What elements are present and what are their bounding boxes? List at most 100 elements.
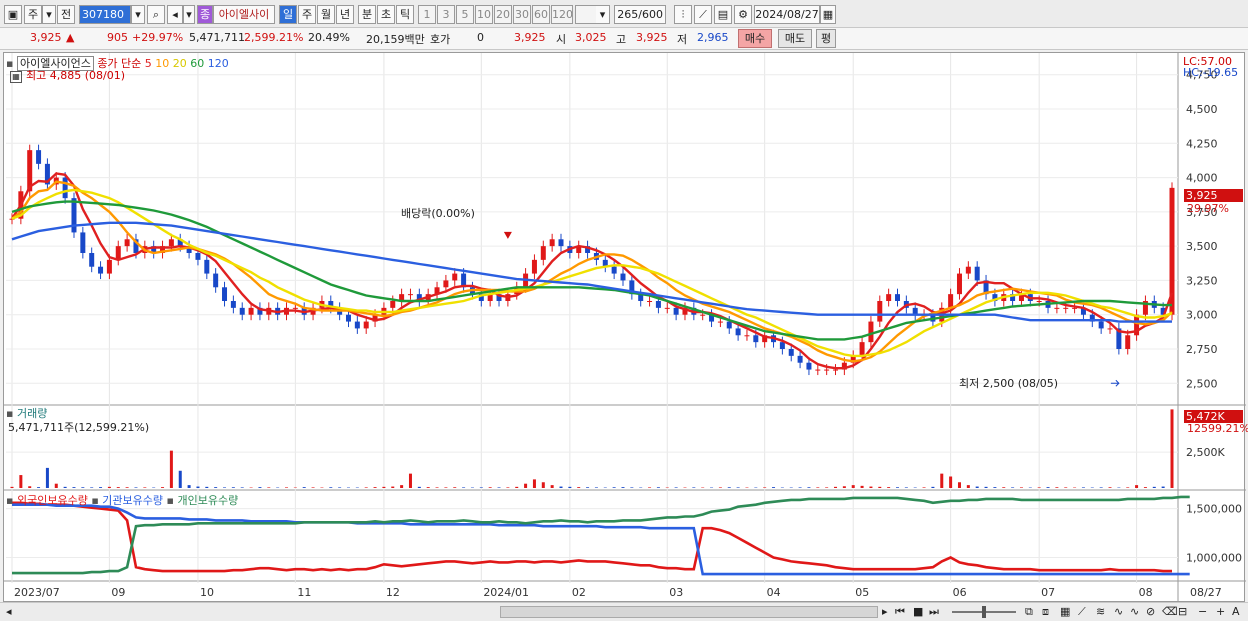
- wave-icon[interactable]: ∿: [1114, 605, 1123, 618]
- custom-interval-dropdown-icon[interactable]: ▾: [596, 5, 610, 24]
- layout-icon[interactable]: ⧉: [1025, 605, 1033, 619]
- candle-body: [833, 369, 839, 371]
- y-tick-label: 3,250: [1186, 274, 1218, 287]
- tab-second[interactable]: 초: [377, 5, 395, 24]
- num-60[interactable]: 60: [532, 5, 550, 24]
- candle-body: [886, 294, 892, 301]
- volume-bar: [90, 487, 94, 488]
- code-dropdown-icon[interactable]: ▾: [131, 5, 145, 24]
- volume-bar: [807, 487, 811, 488]
- volume-bar: [1002, 487, 1006, 488]
- scroll-left-icon[interactable]: ◂: [6, 605, 12, 618]
- candle-body: [390, 301, 396, 308]
- candle-body: [726, 321, 732, 329]
- volume-bar: [45, 467, 49, 488]
- low-label: 저: [677, 33, 688, 46]
- tab-year[interactable]: 년: [336, 5, 354, 24]
- count-input[interactable]: 265/600: [614, 5, 666, 24]
- chart-svg: 2023/07 09 10 11 12 2024/01 02 03 04 05 06 07 08 08/2…: [4, 53, 1246, 601]
- step-back-icon[interactable]: ⏮: [895, 605, 905, 619]
- tab-month[interactable]: 월: [317, 5, 335, 24]
- x-tick-label: 2024/01: [483, 586, 529, 599]
- volume-bar: [1170, 409, 1174, 488]
- volume-bar: [231, 487, 235, 488]
- panel-bullet-icon: ▪: [6, 494, 14, 507]
- search-icon[interactable]: ⌕: [147, 5, 165, 24]
- settings-icon[interactable]: ⚙: [734, 5, 752, 24]
- period-select[interactable]: 주: [24, 5, 42, 24]
- volume-bar: [931, 486, 935, 488]
- volume-bar: [798, 487, 802, 488]
- scroll-thumb[interactable]: [500, 606, 878, 618]
- volume-bar: [586, 487, 590, 488]
- volume-bar: [656, 487, 660, 488]
- candle-body: [673, 307, 679, 315]
- open-label: 시: [556, 33, 567, 46]
- candle-body: [124, 239, 130, 247]
- speaker-dropdown-icon[interactable]: ▾: [183, 5, 195, 24]
- candle-type-icon[interactable]: ⫶: [674, 5, 692, 24]
- count-total: /600: [638, 8, 663, 21]
- date-input[interactable]: 2024/08/27: [754, 5, 820, 24]
- candle-body: [213, 273, 219, 288]
- sell-button[interactable]: 매도: [778, 29, 812, 48]
- bottom-scrollbar[interactable]: ◂ ▸ ⏮ ■ ⏭ ⧉ ⧈ ▦ ⟋ ≋ ∿ ∿ ⊘ ⌫ ⊟ − + A: [0, 602, 1248, 621]
- tab-day[interactable]: 일: [279, 5, 297, 24]
- ask-value: 0: [477, 31, 484, 44]
- draw-tool-icon[interactable]: ⟋: [694, 5, 712, 24]
- candle-body: [62, 177, 68, 199]
- num-1[interactable]: 1: [418, 5, 436, 24]
- tab-minute[interactable]: 분: [358, 5, 376, 24]
- trend-icon[interactable]: ⟋: [1078, 605, 1086, 619]
- save-layout-icon[interactable]: ⊟: [1178, 605, 1187, 618]
- candle-body: [36, 150, 42, 164]
- zoom-slider-thumb[interactable]: [982, 606, 986, 618]
- fib-icon[interactable]: ≋: [1096, 605, 1105, 618]
- compare-icon[interactable]: ⧈: [1042, 605, 1049, 619]
- scroll-right-icon[interactable]: ▸: [882, 605, 888, 618]
- compare-select[interactable]: 전: [57, 5, 75, 24]
- stock-code-input[interactable]: 307180: [79, 5, 131, 24]
- volume-bar: [10, 486, 14, 488]
- candle-body: [717, 321, 723, 323]
- high-label: 고: [616, 33, 627, 46]
- up-arrow-icon: ▲: [66, 31, 75, 44]
- num-120[interactable]: 120: [551, 5, 573, 24]
- window-menu-icon[interactable]: ▣: [4, 5, 22, 24]
- stop-icon[interactable]: ■: [913, 605, 923, 618]
- calendar-icon[interactable]: ▦: [820, 5, 836, 24]
- calendar-panel-icon[interactable]: ▦: [10, 71, 22, 83]
- tab-tick[interactable]: 틱: [396, 5, 414, 24]
- zoom-out-icon[interactable]: −: [1198, 605, 1207, 618]
- volume-bar: [258, 487, 262, 488]
- period-dropdown-icon[interactable]: ▾: [42, 5, 56, 24]
- eval-button[interactable]: 평: [816, 29, 836, 48]
- eraser-icon[interactable]: ⌫: [1162, 605, 1178, 618]
- num-10[interactable]: 10: [475, 5, 493, 24]
- volume-bar: [161, 487, 165, 488]
- font-size-icon[interactable]: A: [1232, 605, 1240, 618]
- y-tick-label: 4,000: [1186, 172, 1218, 185]
- volume-bar: [594, 487, 598, 488]
- num-20[interactable]: 20: [494, 5, 512, 24]
- volume-bar: [63, 486, 67, 488]
- grid-icon[interactable]: ▦: [1060, 605, 1070, 618]
- zoom-in-icon[interactable]: +: [1216, 605, 1225, 618]
- volume-bar: [524, 483, 528, 488]
- wave2-icon[interactable]: ∿: [1130, 605, 1139, 618]
- volume-bar: [763, 487, 767, 488]
- num-3[interactable]: 3: [437, 5, 455, 24]
- tab-week[interactable]: 주: [298, 5, 316, 24]
- step-forward-icon[interactable]: ⏭: [929, 605, 939, 619]
- save-icon[interactable]: ▤: [714, 5, 732, 24]
- chart-area[interactable]: 2023/07 09 10 11 12 2024/01 02 03 04 05 06 07 08 08/2…: [3, 52, 1248, 602]
- stock-name[interactable]: 아이엘사이: [213, 5, 275, 24]
- speaker-icon[interactable]: ◂: [167, 5, 183, 24]
- buy-button[interactable]: 매수: [738, 29, 772, 48]
- volume-bar: [214, 487, 218, 488]
- volume-bar: [621, 487, 625, 488]
- num-30[interactable]: 30: [513, 5, 531, 24]
- ma-line-10: [11, 180, 1173, 363]
- num-5[interactable]: 5: [456, 5, 474, 24]
- cancel-draw-icon[interactable]: ⊘: [1146, 605, 1155, 618]
